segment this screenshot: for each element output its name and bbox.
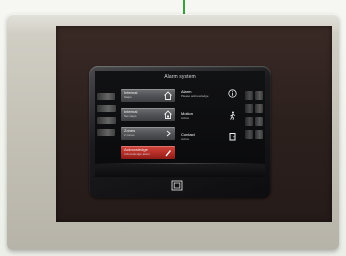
tile-internal-steps[interactable]: Internal Steps xyxy=(121,89,175,102)
tile-sublabel: Set steps xyxy=(124,114,137,118)
status-contact[interactable]: Contact Active xyxy=(181,132,237,148)
tile-sublabel: 2 zones xyxy=(124,133,135,137)
status-alarm[interactable]: Alarm Please acknowledge xyxy=(181,89,237,105)
door-contact-icon xyxy=(229,133,236,141)
home-square-icon[interactable] xyxy=(171,180,183,191)
tile-internal-set[interactable]: Internal Set steps xyxy=(121,108,175,121)
status-sublabel: Please acknowledge xyxy=(181,94,209,98)
info-icon xyxy=(228,89,237,98)
house-lock-icon xyxy=(164,110,172,119)
status-sublabel: Active xyxy=(181,137,190,141)
screen-footer xyxy=(95,164,265,177)
green-wire xyxy=(183,0,185,15)
house-icon xyxy=(164,91,172,100)
pencil-icon xyxy=(165,150,171,157)
tile-zones[interactable]: Zones 2 zones xyxy=(121,127,175,140)
tile-acknowledge[interactable]: Acknowledge Acknowledge alarm xyxy=(121,146,175,159)
screen-title: Alarm system xyxy=(164,74,196,80)
status-motion[interactable]: Motion Active xyxy=(181,111,237,127)
chevron-right-icon xyxy=(166,130,171,137)
right-side-decoration xyxy=(241,87,265,153)
walking-person-icon xyxy=(230,111,236,120)
tile-sublabel: Steps xyxy=(124,95,132,99)
status-sublabel: Active xyxy=(181,116,190,120)
touchscreen-display: Alarm system Internal Steps Internal Set… xyxy=(95,71,265,177)
tile-sublabel: Acknowledge alarm xyxy=(124,152,151,156)
left-side-decoration xyxy=(95,87,119,153)
